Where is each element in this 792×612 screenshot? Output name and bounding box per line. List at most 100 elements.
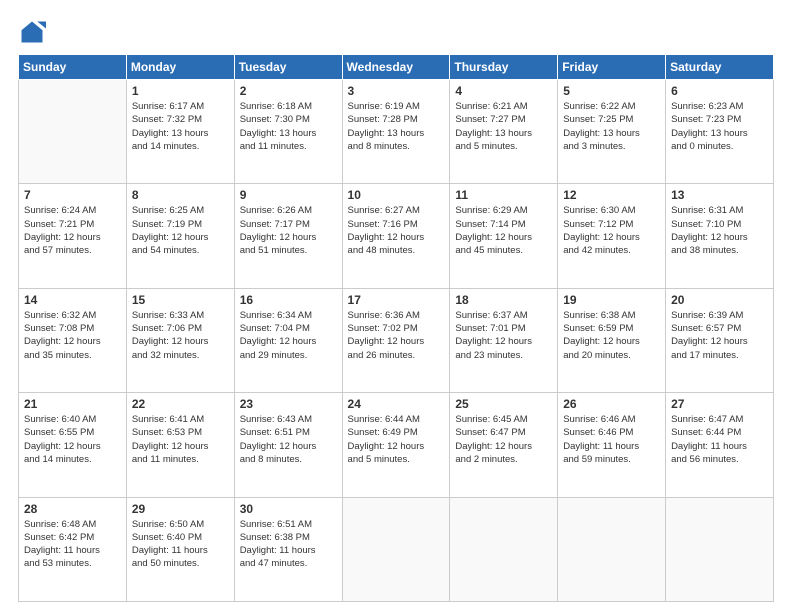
day-number: 23: [240, 397, 337, 411]
day-info: Sunrise: 6:44 AM Sunset: 6:49 PM Dayligh…: [348, 413, 445, 466]
calendar-cell: 10 Sunrise: 6:27 AM Sunset: 7:16 PM Dayli…: [342, 184, 450, 288]
day-number: 11: [455, 188, 552, 202]
day-number: 6: [671, 84, 768, 98]
day-number: 25: [455, 397, 552, 411]
weekday-header: Thursday: [450, 55, 558, 80]
day-info: Sunrise: 6:29 AM Sunset: 7:14 PM Dayligh…: [455, 204, 552, 257]
day-info: Sunrise: 6:31 AM Sunset: 7:10 PM Dayligh…: [671, 204, 768, 257]
calendar-week-row: 14 Sunrise: 6:32 AM Sunset: 7:08 PM Dayli…: [19, 288, 774, 392]
day-info: Sunrise: 6:27 AM Sunset: 7:16 PM Dayligh…: [348, 204, 445, 257]
page: SundayMondayTuesdayWednesdayThursdayFrid…: [0, 0, 792, 612]
calendar-cell: 3 Sunrise: 6:19 AM Sunset: 7:28 PM Daylig…: [342, 80, 450, 184]
day-info: Sunrise: 6:50 AM Sunset: 6:40 PM Dayligh…: [132, 518, 229, 571]
calendar-cell: 17 Sunrise: 6:36 AM Sunset: 7:02 PM Dayli…: [342, 288, 450, 392]
day-info: Sunrise: 6:24 AM Sunset: 7:21 PM Dayligh…: [24, 204, 121, 257]
day-info: Sunrise: 6:25 AM Sunset: 7:19 PM Dayligh…: [132, 204, 229, 257]
day-info: Sunrise: 6:17 AM Sunset: 7:32 PM Dayligh…: [132, 100, 229, 153]
day-info: Sunrise: 6:51 AM Sunset: 6:38 PM Dayligh…: [240, 518, 337, 571]
day-number: 14: [24, 293, 121, 307]
weekday-header: Monday: [126, 55, 234, 80]
calendar-cell: 15Sunrise: 6:33 AM Sunset: 7:06 PM Dayli…: [126, 288, 234, 392]
day-number: 4: [455, 84, 552, 98]
weekday-header: Saturday: [666, 55, 774, 80]
day-info: Sunrise: 6:18 AM Sunset: 7:30 PM Dayligh…: [240, 100, 337, 153]
day-number: 5: [563, 84, 660, 98]
calendar-cell: 14 Sunrise: 6:32 AM Sunset: 7:08 PM Dayli…: [19, 288, 127, 392]
calendar-cell: 2 Sunrise: 6:18 AM Sunset: 7:30 PM Daylig…: [234, 80, 342, 184]
day-info: Sunrise: 6:41 AM Sunset: 6:53 PM Dayligh…: [132, 413, 229, 466]
day-number: 15: [132, 293, 229, 307]
weekday-header-row: SundayMondayTuesdayWednesdayThursdayFrid…: [19, 55, 774, 80]
day-info: Sunrise: 6:37 AM Sunset: 7:01 PM Dayligh…: [455, 309, 552, 362]
day-number: 21: [24, 397, 121, 411]
calendar-cell: 22Sunrise: 6:41 AM Sunset: 6:53 PM Dayli…: [126, 393, 234, 497]
day-info: Sunrise: 6:34 AM Sunset: 7:04 PM Dayligh…: [240, 309, 337, 362]
logo: [18, 18, 50, 46]
day-info: Sunrise: 6:43 AM Sunset: 6:51 PM Dayligh…: [240, 413, 337, 466]
day-info: Sunrise: 6:32 AM Sunset: 7:08 PM Dayligh…: [24, 309, 121, 362]
calendar-cell: 24 Sunrise: 6:44 AM Sunset: 6:49 PM Dayli…: [342, 393, 450, 497]
weekday-header: Tuesday: [234, 55, 342, 80]
day-number: 30: [240, 502, 337, 516]
day-number: 16: [240, 293, 337, 307]
calendar-cell: 30 Sunrise: 6:51 AM Sunset: 6:38 PM Dayli…: [234, 497, 342, 601]
calendar-week-row: 7 Sunrise: 6:24 AM Sunset: 7:21 PM Daylig…: [19, 184, 774, 288]
day-number: 9: [240, 188, 337, 202]
day-info: Sunrise: 6:45 AM Sunset: 6:47 PM Dayligh…: [455, 413, 552, 466]
day-info: Sunrise: 6:40 AM Sunset: 6:55 PM Dayligh…: [24, 413, 121, 466]
day-info: Sunrise: 6:36 AM Sunset: 7:02 PM Dayligh…: [348, 309, 445, 362]
calendar-cell: 9 Sunrise: 6:26 AM Sunset: 7:17 PM Daylig…: [234, 184, 342, 288]
day-info: Sunrise: 6:22 AM Sunset: 7:25 PM Dayligh…: [563, 100, 660, 153]
day-info: Sunrise: 6:19 AM Sunset: 7:28 PM Dayligh…: [348, 100, 445, 153]
day-number: 20: [671, 293, 768, 307]
calendar-cell: [450, 497, 558, 601]
calendar-cell: 18 Sunrise: 6:37 AM Sunset: 7:01 PM Dayli…: [450, 288, 558, 392]
day-number: 8: [132, 188, 229, 202]
day-info: Sunrise: 6:30 AM Sunset: 7:12 PM Dayligh…: [563, 204, 660, 257]
calendar-cell: 28 Sunrise: 6:48 AM Sunset: 6:42 PM Dayli…: [19, 497, 127, 601]
calendar-cell: 27 Sunrise: 6:47 AM Sunset: 6:44 PM Dayli…: [666, 393, 774, 497]
day-number: 24: [348, 397, 445, 411]
day-info: Sunrise: 6:46 AM Sunset: 6:46 PM Dayligh…: [563, 413, 660, 466]
day-number: 26: [563, 397, 660, 411]
calendar-cell: 5 Sunrise: 6:22 AM Sunset: 7:25 PM Daylig…: [558, 80, 666, 184]
logo-icon: [18, 18, 46, 46]
day-number: 27: [671, 397, 768, 411]
calendar-cell: [666, 497, 774, 601]
day-number: 18: [455, 293, 552, 307]
calendar-cell: 19 Sunrise: 6:38 AM Sunset: 6:59 PM Dayli…: [558, 288, 666, 392]
day-number: 1: [132, 84, 229, 98]
day-number: 2: [240, 84, 337, 98]
day-number: 7: [24, 188, 121, 202]
calendar-cell: [19, 80, 127, 184]
day-number: 19: [563, 293, 660, 307]
day-number: 3: [348, 84, 445, 98]
header: [18, 18, 774, 46]
calendar-cell: 11 Sunrise: 6:29 AM Sunset: 7:14 PM Dayli…: [450, 184, 558, 288]
day-number: 13: [671, 188, 768, 202]
day-info: Sunrise: 6:26 AM Sunset: 7:17 PM Dayligh…: [240, 204, 337, 257]
calendar-cell: 13 Sunrise: 6:31 AM Sunset: 7:10 PM Dayli…: [666, 184, 774, 288]
calendar-week-row: 28 Sunrise: 6:48 AM Sunset: 6:42 PM Dayli…: [19, 497, 774, 601]
calendar-cell: 20Sunrise: 6:39 AM Sunset: 6:57 PM Dayli…: [666, 288, 774, 392]
day-info: Sunrise: 6:21 AM Sunset: 7:27 PM Dayligh…: [455, 100, 552, 153]
calendar-cell: 6Sunrise: 6:23 AM Sunset: 7:23 PM Daylig…: [666, 80, 774, 184]
calendar-cell: 12Sunrise: 6:30 AM Sunset: 7:12 PM Dayli…: [558, 184, 666, 288]
day-number: 17: [348, 293, 445, 307]
day-number: 10: [348, 188, 445, 202]
calendar-table: SundayMondayTuesdayWednesdayThursdayFrid…: [18, 54, 774, 602]
calendar-cell: 29 Sunrise: 6:50 AM Sunset: 6:40 PM Dayli…: [126, 497, 234, 601]
calendar-cell: 21 Sunrise: 6:40 AM Sunset: 6:55 PM Dayli…: [19, 393, 127, 497]
weekday-header: Wednesday: [342, 55, 450, 80]
calendar-cell: [558, 497, 666, 601]
calendar-cell: 1 Sunrise: 6:17 AM Sunset: 7:32 PM Daylig…: [126, 80, 234, 184]
day-info: Sunrise: 6:48 AM Sunset: 6:42 PM Dayligh…: [24, 518, 121, 571]
day-number: 28: [24, 502, 121, 516]
calendar-cell: 16 Sunrise: 6:34 AM Sunset: 7:04 PM Dayli…: [234, 288, 342, 392]
calendar-cell: 8 Sunrise: 6:25 AM Sunset: 7:19 PM Daylig…: [126, 184, 234, 288]
day-info: Sunrise: 6:47 AM Sunset: 6:44 PM Dayligh…: [671, 413, 768, 466]
calendar-week-row: 21 Sunrise: 6:40 AM Sunset: 6:55 PM Dayli…: [19, 393, 774, 497]
weekday-header: Friday: [558, 55, 666, 80]
day-info: Sunrise: 6:38 AM Sunset: 6:59 PM Dayligh…: [563, 309, 660, 362]
day-number: 29: [132, 502, 229, 516]
